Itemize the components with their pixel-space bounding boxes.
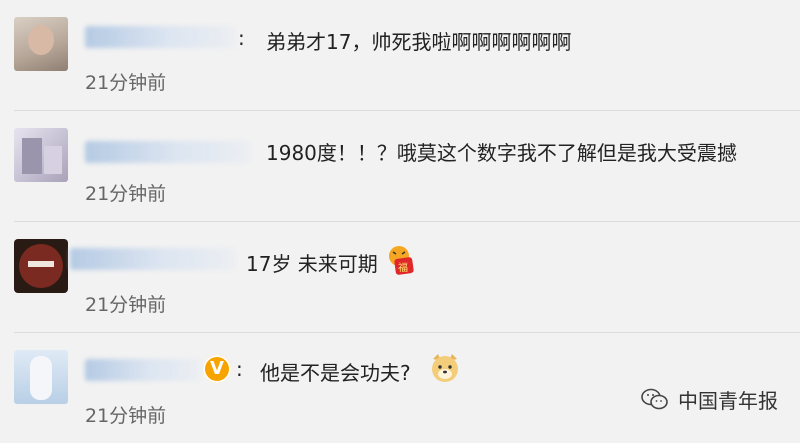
comment-time: 21分钟前 bbox=[85, 183, 167, 205]
watermark-text: 中国青年报 bbox=[678, 388, 778, 413]
username-blurred[interactable] bbox=[85, 359, 200, 381]
username-blurred[interactable] bbox=[70, 248, 235, 270]
username-blurred[interactable] bbox=[85, 26, 235, 48]
comment-item: 17岁 未来可期 福 21分钟前 bbox=[0, 222, 800, 332]
doge-emoji bbox=[432, 354, 458, 382]
verified-badge: V bbox=[203, 355, 231, 383]
colon: : bbox=[238, 26, 245, 50]
comment-text: 他是不是会功夫? bbox=[260, 361, 411, 385]
colon: : bbox=[236, 357, 243, 381]
avatar[interactable] bbox=[14, 128, 68, 182]
comment-time: 21分钟前 bbox=[85, 72, 167, 94]
svg-text:福: 福 bbox=[398, 261, 408, 274]
avatar[interactable] bbox=[14, 17, 68, 71]
comment-text: 1980度！！？哦莫这个数字我不了解但是我大受震撼 bbox=[266, 141, 737, 165]
comment-time: 21分钟前 bbox=[85, 294, 167, 316]
comment-text: 弟弟才17，帅死我啦啊啊啊啊啊啊 bbox=[266, 30, 572, 54]
comment-item: 1980度！！？哦莫这个数字我不了解但是我大受震撼 21分钟前 bbox=[0, 111, 800, 221]
tiger-fu-emoji: 福 bbox=[389, 246, 414, 275]
comment-text: 17岁 未来可期 bbox=[246, 252, 378, 276]
avatar[interactable] bbox=[14, 350, 68, 404]
watermark: 中国青年报 bbox=[640, 384, 778, 414]
wechat-icon bbox=[641, 388, 668, 410]
comment-time: 21分钟前 bbox=[85, 405, 167, 427]
avatar[interactable] bbox=[14, 239, 68, 293]
username-blurred[interactable] bbox=[85, 141, 250, 163]
comment-item: : 弟弟才17，帅死我啦啊啊啊啊啊啊 21分钟前 bbox=[0, 0, 800, 110]
